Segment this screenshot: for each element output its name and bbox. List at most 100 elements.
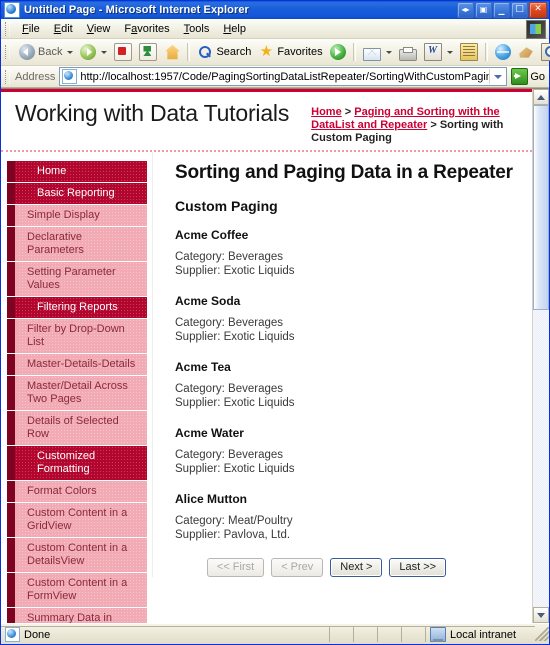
window-controls: ◂▸ ▣ _ □ ✕	[457, 2, 547, 18]
security-zone-pane[interactable]: Local intranet	[425, 626, 535, 642]
search-button[interactable]: Search	[194, 42, 254, 62]
product-name: Acme Tea	[175, 360, 231, 374]
close-button[interactable]: ✕	[529, 2, 547, 18]
maximize-icon: □	[515, 4, 524, 14]
status-bar: Done Local intranet	[1, 623, 549, 644]
page-header: Working with Data Tutorials Home > Pagin…	[1, 92, 532, 152]
sidebar-item-master-detail-across-two-pages[interactable]: Master/Detail Across Two Pages	[7, 376, 147, 411]
menu-view[interactable]: View	[80, 22, 118, 36]
research-button[interactable]	[538, 41, 550, 63]
sidebar-item-custom-content-detailsview[interactable]: Custom Content in a DetailsView	[7, 538, 147, 573]
address-label: Address	[15, 70, 56, 83]
magnifier-icon	[540, 43, 550, 61]
minimize-button[interactable]: _	[493, 2, 510, 18]
favorites-button[interactable]: ★ Favorites	[255, 42, 325, 62]
product-name: Acme Soda	[175, 294, 241, 308]
refresh-icon	[139, 43, 158, 61]
breadcrumb-separator-2: >	[427, 119, 440, 131]
sidebar-section-basic-reporting[interactable]: Basic Reporting	[7, 183, 147, 205]
back-history-caret-icon[interactable]	[67, 50, 74, 54]
go-button[interactable]: Go	[509, 68, 549, 85]
scroll-down-arrow-icon[interactable]	[533, 607, 549, 623]
scrollbar-thumb[interactable]	[533, 105, 549, 310]
edit-caret-icon[interactable]	[446, 50, 453, 54]
resize-grip[interactable]	[535, 627, 549, 641]
sidebar-item-label: Details of Selected Row	[27, 415, 119, 440]
title-bar: Untitled Page - Microsoft Internet Explo…	[1, 1, 549, 19]
address-input[interactable]: http://localhost:1957/Code/PagingSorting…	[59, 67, 508, 86]
stop-button[interactable]	[111, 41, 135, 63]
home-button[interactable]	[161, 42, 183, 62]
discuss-button[interactable]	[457, 41, 481, 63]
address-bar: Address http://localhost:1957/Code/Pagin…	[1, 66, 549, 88]
mail-button[interactable]	[360, 44, 384, 61]
product-name: Alice Mutton	[175, 492, 247, 506]
ie-page-icon	[4, 2, 20, 18]
media-button[interactable]	[327, 42, 349, 62]
address-grip[interactable]	[5, 69, 10, 84]
menu-grip[interactable]	[5, 21, 10, 36]
pager-last-button[interactable]: Last >>	[389, 558, 447, 577]
product-item: Alice Mutton Category: Meat/Poultry Suppli…	[175, 492, 514, 542]
content-heading: Sorting and Paging Data in a Repeater	[175, 162, 513, 183]
menu-help[interactable]: Help	[216, 22, 253, 36]
pager-prev-button: < Prev	[271, 558, 324, 577]
shoe-button[interactable]	[515, 42, 537, 62]
sidebar-section-customized-formatting[interactable]: Customized Formatting	[7, 446, 147, 481]
toolbar: Back Search ★ Favorites W	[1, 39, 550, 66]
toolbar-grip[interactable]	[5, 45, 10, 59]
forward-history-caret-icon[interactable]	[101, 50, 108, 54]
sidebar-item-custom-content-gridview[interactable]: Custom Content in a GridView	[7, 503, 147, 538]
status-pane-1	[329, 626, 353, 642]
menu-edit[interactable]: Edit	[47, 22, 80, 36]
menu-favorites[interactable]: Favorites	[117, 22, 176, 36]
sidebar-item-setting-parameter-values[interactable]: Setting Parameter Values	[7, 262, 147, 297]
sidebar-item-label: Summary Data in Footer	[27, 612, 112, 623]
messenger-button[interactable]	[492, 42, 514, 62]
restore-window-icon: ▣	[479, 5, 488, 14]
scrollbar-track[interactable]	[533, 105, 549, 607]
status-pane-2	[353, 626, 377, 642]
restore-group-icon: ◂▸	[461, 5, 470, 14]
status-pane-3	[377, 626, 401, 642]
sidebar-item-custom-content-formview[interactable]: Custom Content in a FormView	[7, 573, 147, 608]
product-item: Acme Soda Category: Beverages Supplier: Ex…	[175, 294, 514, 344]
product-category: Category: Meat/Poultry	[175, 515, 293, 527]
sidebar-item-simple-display[interactable]: Simple Display	[7, 205, 147, 227]
refresh-button[interactable]	[136, 41, 160, 63]
mail-caret-icon[interactable]	[385, 50, 392, 54]
sidebar-item-master-details-details[interactable]: Master-Details-Details	[7, 354, 147, 376]
pager-next-button[interactable]: Next >	[330, 558, 383, 577]
vertical-scrollbar[interactable]	[532, 89, 549, 623]
main-content: Sorting and Paging Data in a Repeater Cu…	[152, 152, 532, 577]
discuss-icon	[459, 43, 478, 61]
print-button[interactable]	[396, 44, 420, 61]
page-body: Home Basic Reporting Simple Display Declara…	[1, 152, 532, 623]
edit-word-button[interactable]: W	[421, 41, 445, 63]
sidebar-item-home[interactable]: Home	[7, 161, 147, 183]
forward-button[interactable]	[77, 42, 99, 62]
restore-group-button[interactable]: ◂▸	[457, 2, 474, 18]
page-title: Working with Data Tutorials	[15, 100, 290, 126]
address-dropdown-icon[interactable]	[489, 69, 506, 84]
sidebar-item-declarative-parameters[interactable]: Declarative Parameters	[7, 227, 147, 262]
menu-file[interactable]: File	[15, 22, 47, 36]
back-button[interactable]: Back	[16, 42, 65, 62]
breadcrumb: Home > Paging and Sorting with the DataL…	[311, 106, 522, 145]
product-list: Acme Coffee Category: Beverages Supplier: …	[175, 228, 514, 542]
product-category: Category: Beverages	[175, 449, 284, 461]
breadcrumb-home-link[interactable]: Home	[311, 106, 342, 118]
status-page-icon	[5, 627, 20, 642]
menu-tools[interactable]: Tools	[177, 22, 217, 36]
sidebar-section-filtering-reports[interactable]: Filtering Reports	[7, 297, 147, 319]
sidebar-item-format-colors[interactable]: Format Colors	[7, 481, 147, 503]
product-category: Category: Beverages	[175, 251, 284, 263]
scroll-up-arrow-icon[interactable]	[533, 89, 549, 105]
maximize-button[interactable]: □	[511, 2, 528, 18]
sidebar-item-filter-by-drop-down-list[interactable]: Filter by Drop-Down List	[7, 319, 147, 354]
sidebar-item-summary-data-in-footer[interactable]: Summary Data in Footer	[7, 608, 147, 623]
sidebar-item-details-of-selected-row[interactable]: Details of Selected Row	[7, 411, 147, 446]
restore-window-button[interactable]: ▣	[475, 2, 492, 18]
product-supplier: Supplier: Exotic Liquids	[175, 265, 295, 277]
sidebar-item-label: Basic Reporting	[37, 187, 115, 199]
